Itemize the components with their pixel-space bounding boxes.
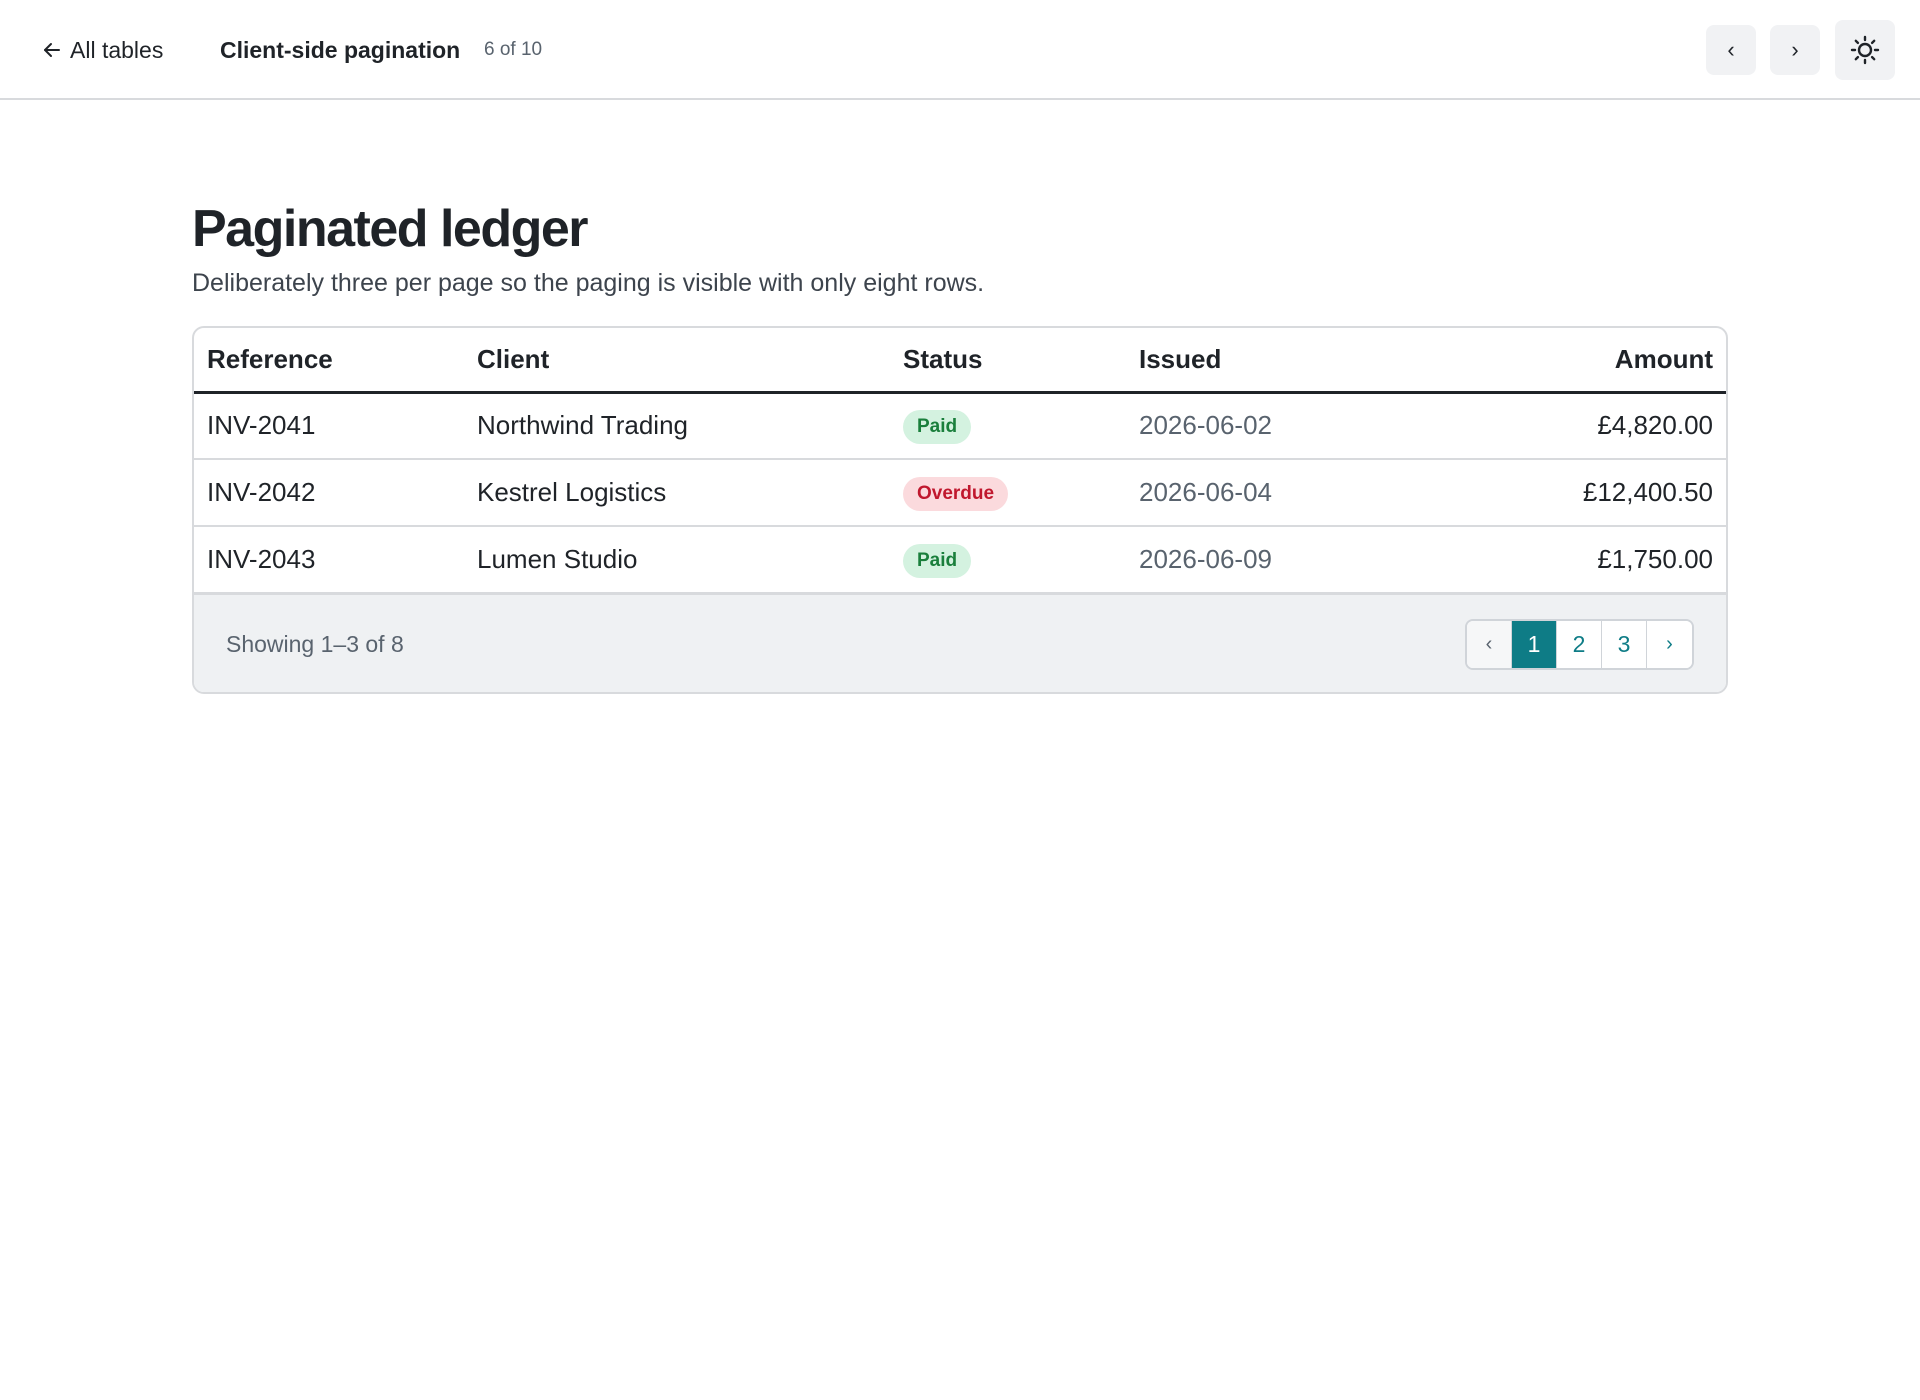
ledger-table-card: Reference Client Status Issued Amount IN… xyxy=(192,326,1728,694)
arrow-left-icon xyxy=(44,43,60,57)
table-header-row: Reference Client Status Issued Amount xyxy=(194,328,1726,394)
top-bar: All tables Client-side pagination 6 of 1… xyxy=(0,0,1920,100)
cell-status: Overdue xyxy=(890,459,1126,527)
column-header-status[interactable]: Status xyxy=(890,328,1126,394)
pagination-page-3-button[interactable]: 3 xyxy=(1602,621,1647,668)
cell-amount: £12,400.50 xyxy=(1434,459,1726,527)
cell-reference: INV-2042 xyxy=(194,459,464,527)
cell-client: Kestrel Logistics xyxy=(464,459,890,527)
cell-issued: 2026-06-02 xyxy=(1126,392,1434,460)
cell-issued: 2026-06-09 xyxy=(1126,526,1434,594)
cell-amount: £1,750.00 xyxy=(1434,526,1726,594)
page-title: Paginated ledger xyxy=(192,200,589,258)
back-link-label: All tables xyxy=(70,36,164,63)
table-row: INV-2042 Kestrel Logistics Overdue 2026-… xyxy=(194,459,1726,527)
cell-status: Paid xyxy=(890,526,1126,594)
pagination-page-2-button[interactable]: 2 xyxy=(1557,621,1602,668)
theme-toggle-button[interactable] xyxy=(1835,20,1895,80)
main-content: Paginated ledger Deliberately three per … xyxy=(192,100,1728,694)
status-badge: Paid xyxy=(903,543,972,578)
table-footer: Showing 1–3 of 8 ‹ 1 2 3 › xyxy=(194,594,1726,692)
page-subtitle: Deliberately three per page so the pagin… xyxy=(192,269,985,297)
cell-status: Paid xyxy=(890,392,1126,460)
column-header-amount[interactable]: Amount xyxy=(1434,328,1726,394)
cell-issued: 2026-06-04 xyxy=(1126,459,1434,527)
sun-icon xyxy=(1850,35,1880,65)
cell-client: Northwind Trading xyxy=(464,392,890,460)
status-badge: Paid xyxy=(903,409,972,444)
table-row: INV-2043 Lumen Studio Paid 2026-06-09 £1… xyxy=(194,526,1726,594)
column-header-client[interactable]: Client xyxy=(464,328,890,394)
page-name: Client-side pagination xyxy=(220,37,461,63)
column-header-issued[interactable]: Issued xyxy=(1126,328,1434,394)
next-table-button[interactable]: › xyxy=(1770,25,1820,75)
ledger-table: Reference Client Status Issued Amount IN… xyxy=(194,328,1726,594)
column-header-reference[interactable]: Reference xyxy=(194,328,464,394)
previous-table-button[interactable]: ‹ xyxy=(1706,25,1756,75)
table-row: INV-2041 Northwind Trading Paid 2026-06-… xyxy=(194,392,1726,460)
pagination-next-button[interactable]: › xyxy=(1647,621,1692,668)
pagination: ‹ 1 2 3 › xyxy=(1465,619,1694,670)
cell-client: Lumen Studio xyxy=(464,526,890,594)
cell-reference: INV-2043 xyxy=(194,526,464,594)
cell-reference: INV-2041 xyxy=(194,392,464,460)
back-to-all-tables-link[interactable]: All tables xyxy=(42,34,163,66)
pagination-prev-button[interactable]: ‹ xyxy=(1467,621,1512,668)
cell-amount: £4,820.00 xyxy=(1434,392,1726,460)
status-badge: Overdue xyxy=(903,476,1009,511)
showing-count: Showing 1–3 of 8 xyxy=(226,631,404,657)
page-counter: 6 of 10 xyxy=(484,39,543,60)
pagination-page-1-button[interactable]: 1 xyxy=(1512,621,1557,668)
